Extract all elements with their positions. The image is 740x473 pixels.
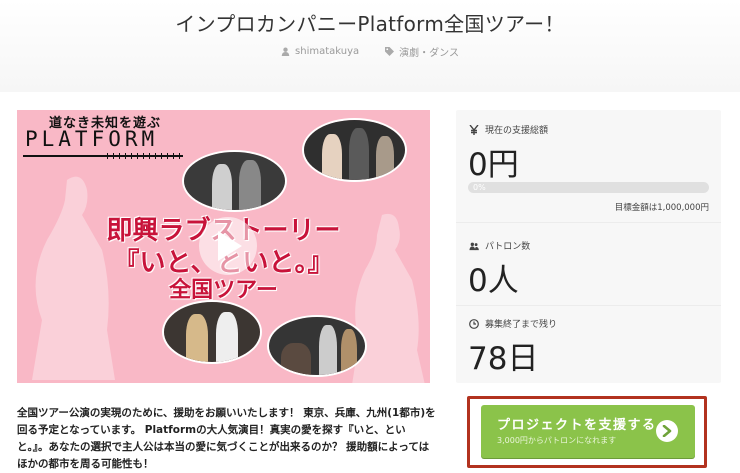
logo-ticks bbox=[107, 153, 183, 159]
stats-divider-2 bbox=[456, 305, 721, 306]
backers-label: パトロン数 bbox=[469, 239, 530, 252]
users-icon bbox=[469, 242, 479, 250]
project-meta: shimatakuya 演劇・ダンス bbox=[0, 44, 740, 59]
headline-line-3: 全国ツアー bbox=[169, 278, 278, 303]
logo-name: PLATFORM bbox=[25, 127, 159, 151]
author-name: shimatakuya bbox=[295, 46, 360, 57]
funding-progress-bar: 0% bbox=[468, 182, 709, 193]
user-icon bbox=[281, 47, 290, 56]
backers-value: 0人 bbox=[468, 263, 519, 299]
remaining-value: 78日 bbox=[468, 341, 539, 377]
funding-label: 現在の支援総額 bbox=[469, 123, 548, 136]
support-button-sublabel: 3,000円からパトロンになれます bbox=[497, 436, 617, 445]
funding-value: 0円 bbox=[468, 147, 519, 183]
goal-amount: 目標金額は1,000,000円 bbox=[614, 203, 709, 213]
project-video[interactable]: 道なき未知を遊ぶ PLATFORM 即興ラブストーリー 『いと、といと。』 全国… bbox=[17, 110, 430, 383]
project-summary: 全国ツアー公演の実現のために、援助をお願いいたします！ 東京、兵庫、九州(1都市… bbox=[17, 407, 436, 470]
stage-photo-2 bbox=[302, 118, 407, 182]
support-project-button[interactable]: プロジェクトを支援する 3,000円からパトロンになれます bbox=[481, 405, 695, 458]
play-icon bbox=[218, 231, 242, 261]
remaining-label: 募集終了まで残り bbox=[469, 317, 557, 330]
category-link[interactable]: 演劇・ダンス bbox=[385, 44, 459, 59]
stats-divider-1 bbox=[456, 222, 721, 223]
page-title: インプロカンパニーPlatform全国ツアー！ bbox=[175, 12, 565, 36]
stage-photo-4 bbox=[267, 315, 367, 377]
category-name: 演劇・ダンス bbox=[399, 48, 459, 59]
tag-icon bbox=[385, 47, 395, 56]
chevron-right-circle-icon bbox=[656, 420, 678, 442]
clock-icon bbox=[469, 318, 479, 329]
stage-photo-3 bbox=[162, 300, 262, 364]
author-link[interactable]: shimatakuya bbox=[281, 44, 359, 59]
funding-progress-text: 0% bbox=[473, 183, 486, 192]
support-button-label: プロジェクトを支援する bbox=[497, 418, 657, 433]
funding-stats-panel: 現在の支援総額 0円 0% 目標金額は1,000,000円 パトロン数 0人 募… bbox=[456, 110, 721, 383]
stage-photo-1 bbox=[182, 150, 287, 212]
play-button[interactable] bbox=[199, 217, 257, 275]
yen-icon bbox=[469, 124, 479, 135]
